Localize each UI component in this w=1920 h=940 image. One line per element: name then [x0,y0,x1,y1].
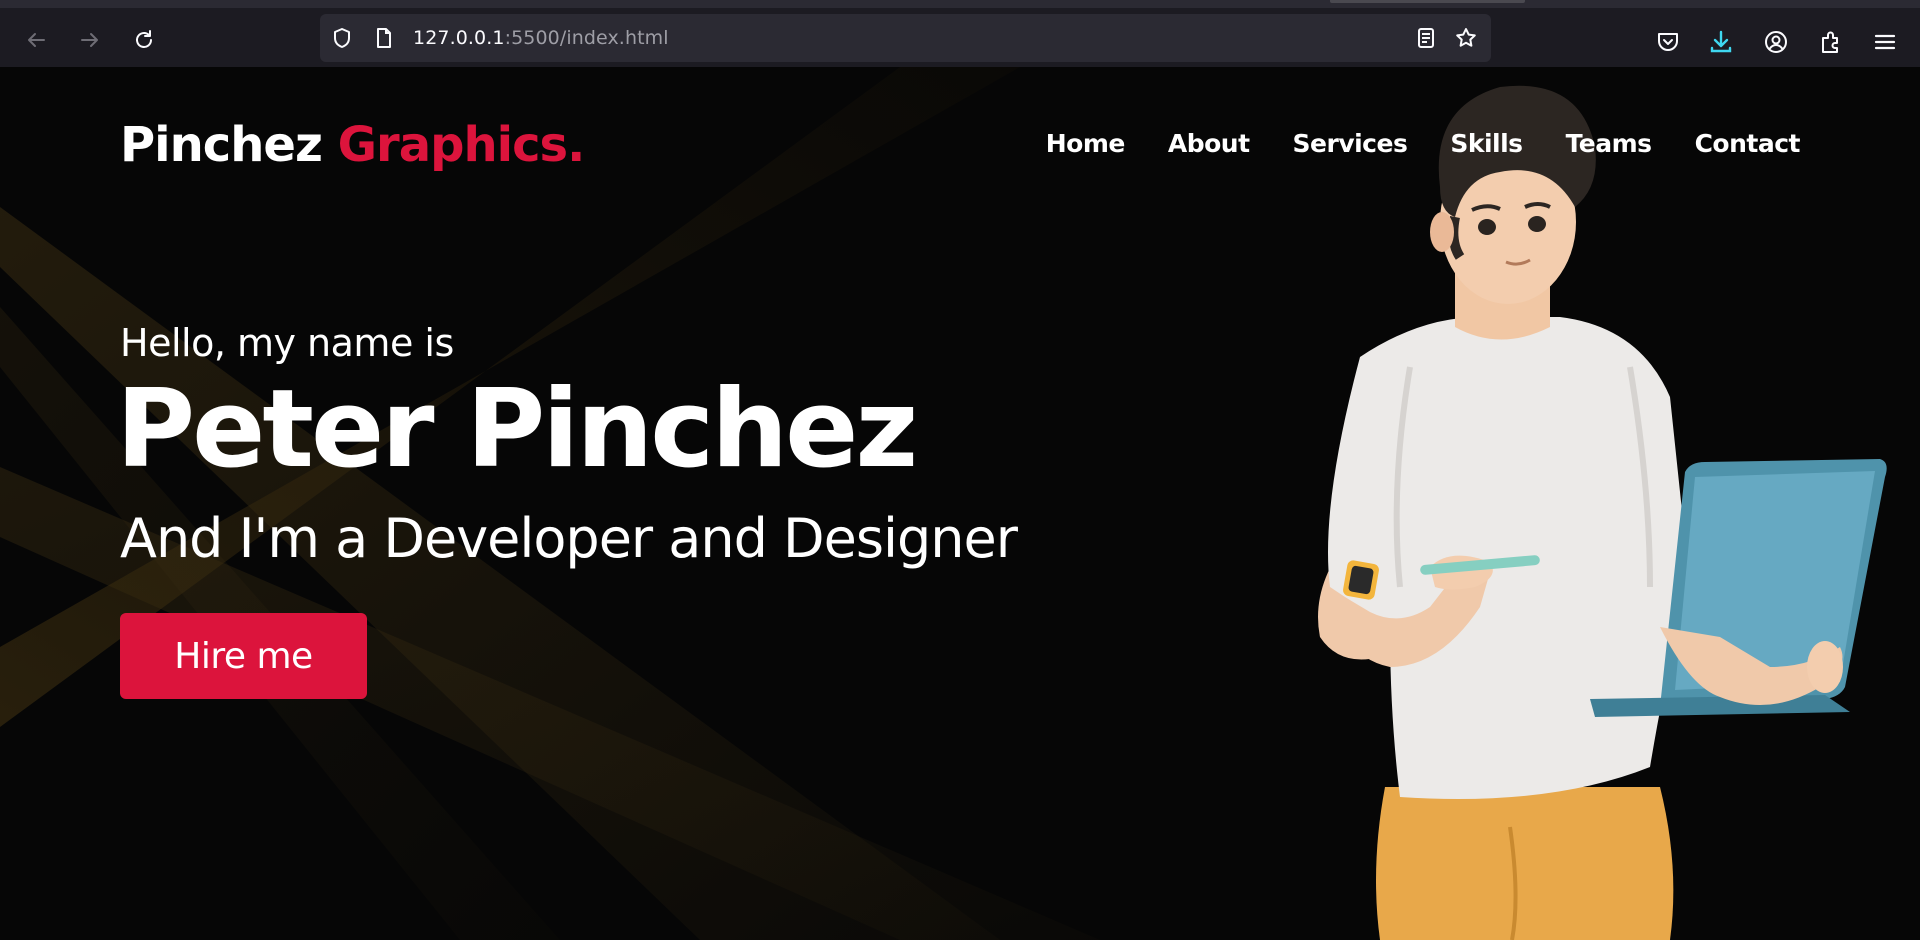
hero-greeting: Hello, my name is [120,321,454,365]
logo-main-text: Pinchez [120,117,338,173]
nav-link-contact[interactable]: Contact [1695,129,1801,158]
back-arrow-icon[interactable] [20,24,52,56]
site-logo[interactable]: Pinchez Graphics. [120,117,586,173]
nav-link-home[interactable]: Home [1046,129,1126,158]
portfolio-page: Pinchez Graphics. Home About Services Sk… [0,67,1920,940]
account-icon[interactable] [1763,29,1789,55]
shield-icon[interactable] [330,26,354,50]
url-text[interactable]: 127.0.0.1:5500/index.html [413,27,669,49]
nav-link-skills[interactable]: Skills [1450,129,1523,158]
page-icon[interactable] [372,26,396,50]
main-nav: Home About Services Skills Teams Contact [1046,129,1801,158]
browser-toolbar: 127.0.0.1:5500/index.html [0,0,1920,67]
reload-icon[interactable] [128,24,160,56]
hire-me-button[interactable]: Hire me [120,613,367,699]
nav-link-about[interactable]: About [1168,129,1250,158]
logo-accent-text: Graphics. [337,117,586,173]
url-host: 127.0.0.1 [413,27,505,49]
address-bar[interactable]: 127.0.0.1:5500/index.html [320,14,1491,62]
tab-indicator [1330,0,1525,3]
url-path: :5500/index.html [504,27,669,49]
developer-3d-illustration [1318,85,1887,940]
reader-view-icon[interactable] [1414,26,1438,50]
download-icon[interactable] [1708,29,1734,55]
nav-link-teams[interactable]: Teams [1566,129,1653,158]
pocket-icon[interactable] [1655,29,1681,55]
hero-name: Peter Pinchez [116,367,918,492]
forward-arrow-icon[interactable] [74,24,106,56]
extensions-icon[interactable] [1818,29,1844,55]
nav-link-services[interactable]: Services [1293,129,1408,158]
hamburger-menu-icon[interactable] [1872,29,1898,55]
star-icon[interactable] [1454,26,1478,50]
hero-role: And I'm a Developer and Designer [120,507,1018,570]
